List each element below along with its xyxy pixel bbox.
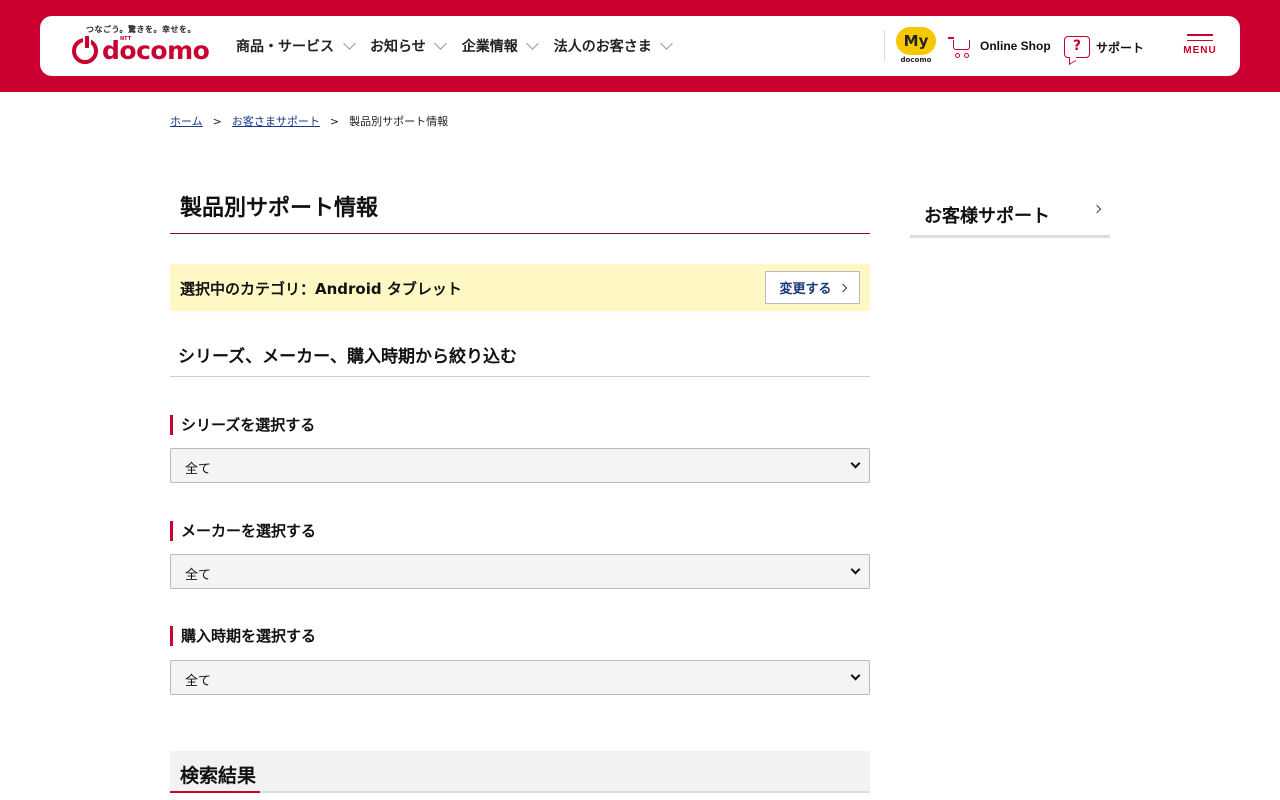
logo-wordmark: docomo	[102, 36, 210, 65]
purchase-period-select[interactable]: 全て	[170, 660, 870, 695]
nav-item-business[interactable]: 法人のお客さま	[554, 36, 674, 56]
maker-select[interactable]: 全て	[170, 554, 870, 589]
header-bar: つなごう。驚きを。幸せを。 NTT docomo 商品・サービス お知らせ 企業…	[0, 0, 1280, 92]
sidebar-customer-support-link[interactable]: お客様サポート	[910, 190, 1110, 238]
nav-item-products[interactable]: 商品・サービス	[236, 36, 356, 56]
breadcrumb: ホーム > お客さまサポート > 製品別サポート情報	[170, 113, 448, 129]
docomo-mark-icon	[72, 36, 98, 64]
my-docomo-button[interactable]: My docomo	[894, 27, 938, 67]
breadcrumb-customer-support[interactable]: お客さまサポート	[232, 113, 320, 129]
chevron-right-icon	[838, 283, 847, 292]
series-select-value: 全て	[185, 462, 212, 477]
search-results-heading: 検索結果	[170, 751, 870, 793]
breadcrumb-home[interactable]: ホーム	[170, 113, 203, 129]
header-card: つなごう。驚きを。幸せを。 NTT docomo 商品・サービス お知らせ 企業…	[40, 16, 1240, 76]
change-category-button[interactable]: 変更する	[765, 271, 860, 304]
chevron-down-icon	[434, 37, 448, 50]
support-label: サポート	[1096, 40, 1145, 55]
online-shop-label: Online Shop	[980, 39, 1051, 53]
chevron-down-icon	[342, 37, 356, 50]
my-docomo-sub: docomo	[900, 56, 932, 64]
nav-item-label: 商品・サービス	[236, 39, 334, 55]
purchase-period-select-value: 全て	[185, 674, 212, 689]
purchase-period-select-label: 購入時期を選択する	[170, 626, 316, 646]
my-docomo-badge: My	[896, 27, 936, 55]
cart-icon	[948, 33, 974, 59]
series-select-label: シリーズを選択する	[170, 415, 315, 435]
chevron-down-icon	[660, 37, 674, 50]
filter-heading: シリーズ、メーカー、購入時期から絞り込む	[170, 342, 870, 377]
series-select[interactable]: 全て	[170, 448, 870, 483]
nav-item-label: 法人のお客さま	[553, 39, 652, 55]
online-shop-link[interactable]: Online Shop	[948, 32, 1051, 60]
selected-category-box: 選択中のカテゴリ：Android タブレット 変更する	[170, 264, 870, 311]
maker-select-value: 全て	[185, 568, 212, 583]
nav-item-company[interactable]: 企業情報	[462, 36, 540, 56]
global-nav: 商品・サービス お知らせ 企業情報 法人のお客さま	[236, 16, 688, 76]
menu-button[interactable]: MENU	[1178, 34, 1222, 64]
header-divider	[884, 30, 885, 62]
chevron-down-icon	[850, 564, 861, 575]
docomo-logo[interactable]: つなごう。驚きを。幸せを。 NTT docomo	[72, 24, 212, 68]
sidebar-link-label: お客様サポート	[924, 206, 1050, 227]
selected-category-text: 選択中のカテゴリ：Android タブレット	[180, 280, 462, 298]
chevron-right-icon	[1092, 204, 1102, 214]
chevron-down-icon	[850, 458, 861, 469]
nav-item-label: お知らせ	[370, 39, 426, 55]
change-category-label: 変更する	[779, 282, 832, 297]
heading-accent-line	[170, 791, 260, 793]
breadcrumb-current: 製品別サポート情報	[349, 115, 449, 128]
hamburger-icon	[1187, 34, 1213, 36]
menu-label: MENU	[1183, 45, 1217, 56]
nav-item-news[interactable]: お知らせ	[370, 36, 448, 56]
logo-tagline: つなごう。驚きを。幸せを。	[86, 25, 197, 34]
question-icon: ?	[1064, 36, 1090, 58]
nav-item-label: 企業情報	[461, 39, 518, 55]
chevron-down-icon	[850, 670, 861, 681]
maker-select-label: メーカーを選択する	[170, 521, 316, 541]
page-title: 製品別サポート情報	[170, 190, 870, 234]
breadcrumb-separator: >	[329, 114, 340, 128]
chevron-down-icon	[526, 37, 540, 50]
breadcrumb-separator: >	[212, 114, 222, 128]
search-results-title: 検索結果	[180, 765, 257, 787]
support-link[interactable]: ? サポート	[1064, 32, 1144, 62]
